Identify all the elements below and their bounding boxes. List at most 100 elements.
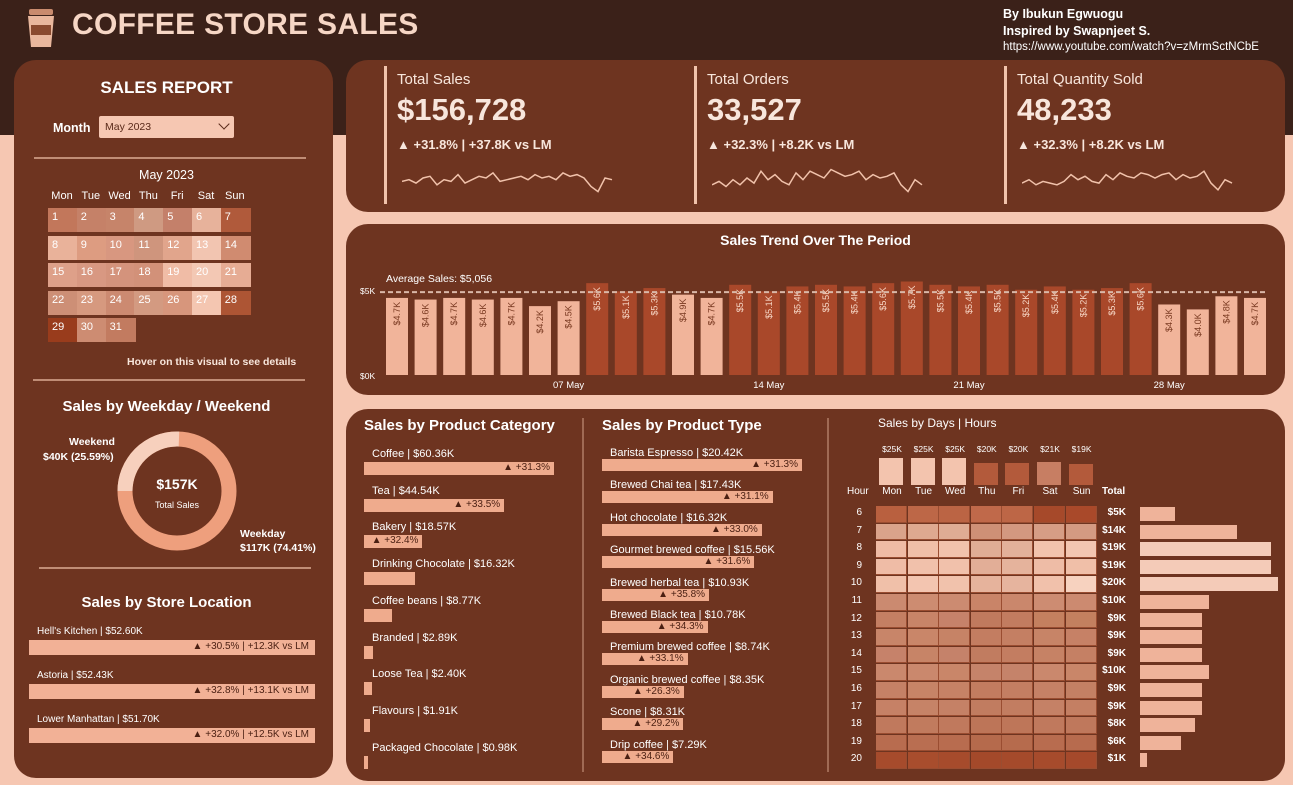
heatmap-cell[interactable] [876, 541, 907, 558]
product-type-bar[interactable]: ▲ +31.3% [602, 459, 802, 471]
product-type-bar[interactable]: ▲ +34.3% [602, 621, 708, 633]
product-type-bar[interactable]: ▲ +31.6% [602, 556, 755, 569]
heatmap-cell[interactable] [939, 734, 971, 752]
heatmap-cell[interactable] [907, 629, 939, 646]
hour-total-bar[interactable] [1140, 665, 1209, 680]
calendar-day[interactable]: 11 [134, 235, 165, 260]
sales-trend-chart[interactable]: $4.7K $4.6K $4.7K $4.6K $4.7K $4.2K $4.5K $5.6K… [380, 275, 1270, 391]
heatmap-cell[interactable] [970, 594, 1002, 611]
calendar-day[interactable]: 20 [192, 263, 222, 287]
heatmap-cell[interactable] [1034, 523, 1065, 541]
hour-total-bar[interactable] [1140, 577, 1278, 592]
heatmap-cell[interactable] [876, 558, 907, 576]
calendar-day[interactable]: 12 [163, 235, 194, 260]
hour-total-bar[interactable] [1140, 524, 1237, 539]
day-total-bar[interactable] [910, 458, 935, 485]
heatmap-cell[interactable] [876, 646, 907, 664]
calendar-day[interactable]: 13 [192, 235, 222, 260]
heatmap-cell[interactable] [907, 717, 939, 734]
heatmap-cell[interactable] [939, 752, 971, 769]
heatmap-cell[interactable] [1002, 506, 1034, 523]
hour-total-bar[interactable] [1140, 683, 1203, 697]
calendar-day[interactable]: 21 [220, 263, 251, 287]
hour-total-bar[interactable] [1140, 735, 1182, 750]
product-type-bar[interactable]: ▲ +35.8% [602, 588, 710, 601]
heatmap-cell[interactable] [1034, 717, 1065, 734]
store-bar[interactable]: ▲ +30.5% | +12.3K vs LM [29, 640, 315, 655]
heatmap-cell[interactable] [970, 646, 1002, 664]
product-type-bar[interactable]: ▲ +26.3% [602, 685, 684, 698]
heatmap-cell[interactable] [970, 506, 1002, 523]
product-type-bar[interactable]: ▲ +33.1% [602, 653, 688, 666]
heatmap-cell[interactable] [907, 506, 939, 523]
heatmap-cell[interactable] [1034, 558, 1065, 576]
heatmap-cell[interactable] [1002, 699, 1034, 717]
heatmap-cell[interactable] [970, 682, 1002, 699]
hour-total-bar[interactable] [1140, 542, 1272, 557]
heatmap-cell[interactable] [907, 664, 939, 681]
hour-total-bar[interactable] [1140, 700, 1203, 715]
heatmap-cell[interactable] [939, 523, 971, 541]
heatmap-cell[interactable] [1034, 611, 1065, 629]
day-total-bar[interactable] [1005, 463, 1030, 485]
heatmap-cell[interactable] [907, 752, 939, 769]
heatmap-cell[interactable] [1002, 576, 1034, 593]
hour-total-bar[interactable] [1140, 718, 1196, 733]
calendar-day[interactable]: 5 [163, 208, 194, 232]
heatmap-cell[interactable] [1034, 682, 1065, 699]
hour-total-bar[interactable] [1140, 612, 1203, 627]
heatmap-cell[interactable] [876, 523, 907, 541]
calendar-day[interactable]: 15 [48, 263, 78, 287]
heatmap-cell[interactable] [1002, 541, 1034, 558]
calendar-day[interactable]: 6 [192, 208, 222, 232]
heatmap-cell[interactable] [939, 629, 971, 646]
hour-total-bar[interactable] [1140, 559, 1272, 574]
credit-url-link[interactable]: https://www.youtube.com/watch?v=zMrmSctN… [1003, 41, 1259, 53]
heatmap-cell[interactable] [970, 699, 1002, 717]
heatmap-cell[interactable] [939, 699, 971, 717]
store-bar[interactable]: ▲ +32.8% | +13.1K vs LM [29, 684, 315, 699]
calendar-day[interactable]: 7 [220, 208, 251, 232]
product-type-bar[interactable]: ▲ +29.2% [602, 718, 684, 731]
heatmap-cell[interactable] [939, 594, 971, 611]
heatmap-cell[interactable] [1002, 594, 1034, 611]
heatmap-cell[interactable] [1034, 646, 1065, 664]
heatmap-cell[interactable] [970, 523, 1002, 541]
heatmap-cell[interactable] [939, 541, 971, 558]
day-total-bar[interactable] [879, 458, 903, 485]
heatmap-cell[interactable] [970, 558, 1002, 576]
calendar-day[interactable]: 16 [76, 263, 107, 287]
heatmap-cell[interactable] [970, 734, 1002, 752]
store-bar[interactable]: ▲ +32.0% | +12.5K vs LM [29, 728, 315, 743]
calendar-day[interactable]: 10 [105, 235, 136, 260]
heatmap-cell[interactable] [970, 611, 1002, 629]
heatmap-cell[interactable] [876, 664, 907, 681]
category-bar[interactable]: ▲ +31.3% [364, 462, 554, 475]
heatmap-cell[interactable] [939, 646, 971, 664]
day-total-bar[interactable] [1068, 464, 1093, 485]
heatmap-cell[interactable] [970, 541, 1002, 558]
heatmap-cell[interactable] [907, 611, 939, 629]
heatmap-cell[interactable] [907, 594, 939, 611]
category-bar[interactable]: ▲ +33.5% [364, 498, 505, 512]
calendar-day[interactable]: 1 [48, 208, 78, 232]
heatmap-cell[interactable] [939, 558, 971, 576]
category-bar[interactable] [364, 572, 416, 586]
heatmap-cell[interactable] [1002, 558, 1034, 576]
heatmap-cell[interactable] [907, 523, 939, 541]
heatmap-cell[interactable] [1034, 594, 1065, 611]
heatmap-cell[interactable] [1002, 752, 1034, 769]
category-bar[interactable] [364, 645, 374, 659]
category-bar[interactable] [364, 755, 368, 769]
heatmap-cell[interactable] [876, 717, 907, 734]
calendar-day[interactable]: 27 [192, 290, 222, 315]
heatmap-cell[interactable] [907, 734, 939, 752]
calendar-day[interactable]: 19 [163, 263, 194, 287]
day-total-bar[interactable] [1037, 462, 1061, 485]
calendar-day[interactable]: 22 [48, 290, 78, 315]
calendar-day[interactable]: 23 [76, 290, 107, 315]
hour-total-bar[interactable] [1140, 753, 1147, 768]
calendar-day[interactable]: 4 [134, 208, 165, 232]
hour-total-bar[interactable] [1140, 507, 1175, 521]
category-bar[interactable] [364, 608, 392, 622]
